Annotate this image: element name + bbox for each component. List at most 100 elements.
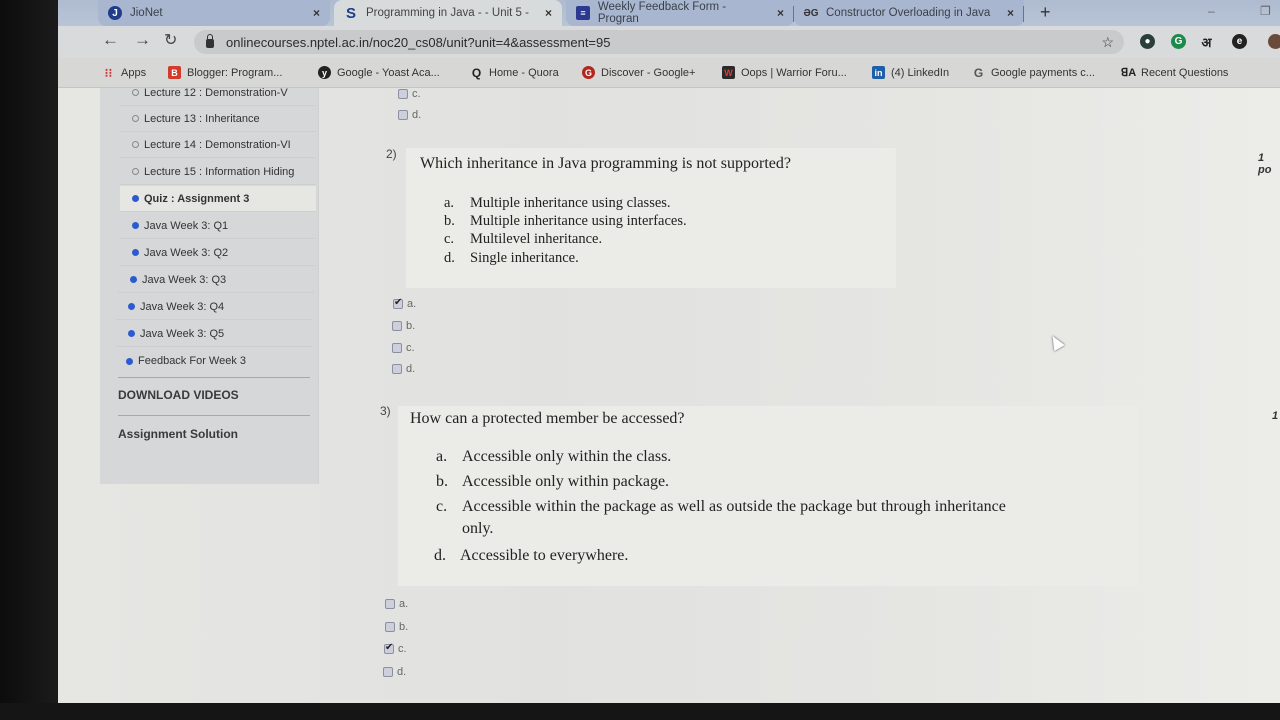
question-number: 2) <box>386 147 397 161</box>
q3-choice-c[interactable]: c. <box>384 642 407 655</box>
sidebar-item-quiz-assignment-3[interactable]: Quiz : Assignment 3 <box>120 186 316 212</box>
sidebar-item-label: Feedback For Week 3 <box>138 355 247 367</box>
address-bar[interactable]: onlinecourses.nptel.ac.in/noc20_cs08/uni… <box>194 30 1124 54</box>
checkbox[interactable] <box>383 667 393 677</box>
checkbox[interactable] <box>385 622 395 632</box>
question-option: b. Multiple inheritance using interfaces. <box>444 213 687 229</box>
bookmark-star-icon[interactable]: ☆ <box>1101 34 1114 51</box>
sidebar-item-lecture-15[interactable]: Lecture 15 : Information Hiding <box>120 159 316 185</box>
bookmark-apps[interactable]: ⁝⁝ Apps <box>102 65 147 80</box>
question-option: d. Single inheritance. <box>444 250 579 266</box>
sidebar-item-java-week-3-q3[interactable]: Java Week 3: Q3 <box>118 267 314 293</box>
sidebar-item-java-week-3-q2[interactable]: Java Week 3: Q2 <box>120 240 316 266</box>
bookmark-label: Apps <box>121 66 147 79</box>
monitor-bezel-bottom <box>0 703 1280 720</box>
sidebar-item-java-week-3-q1[interactable]: Java Week 3: Q1 <box>120 213 316 239</box>
choice-label: d. <box>412 109 422 121</box>
google-forms-icon: ≡ <box>576 6 590 20</box>
question-text: Which inheritance in Java programming is… <box>420 155 792 172</box>
close-icon[interactable]: × <box>1007 6 1014 20</box>
sidebar-item-java-week-3-q5[interactable]: Java Week 3: Q5 <box>116 321 312 347</box>
reload-icon[interactable]: ↻ <box>164 30 177 50</box>
minimize-icon[interactable]: – <box>1208 4 1215 18</box>
sidebar-item-label: Java Week 3: Q3 <box>142 273 227 286</box>
checkbox-checked[interactable] <box>393 297 403 309</box>
q1-choice-d[interactable]: d. <box>398 109 421 121</box>
checkbox[interactable] <box>392 321 402 331</box>
sidebar-item-label: Java Week 3: Q1 <box>144 219 229 232</box>
bookmark-recent-questions[interactable]: ꓭA Recent Questions <box>1120 66 1229 80</box>
q1-choice-c[interactable]: c. <box>398 88 421 100</box>
status-dot-icon <box>132 115 139 122</box>
choice-label: b. <box>406 320 416 332</box>
close-icon[interactable]: × <box>313 6 320 20</box>
tab-strip: J JioNet × S Programming in Java - - Uni… <box>58 0 1280 26</box>
sidebar-item-java-week-3-q4[interactable]: Java Week 3: Q4 <box>116 294 312 320</box>
bookmark-yoast[interactable]: y Google - Yoast Aca... <box>318 66 440 79</box>
forward-icon[interactable]: → <box>134 30 151 50</box>
q2-choice-d[interactable]: d. <box>392 363 415 375</box>
status-dot-icon <box>132 141 139 148</box>
tab-label: JioNet <box>130 7 163 19</box>
sidebar-item-label: Java Week 3: Q2 <box>144 246 229 259</box>
sidebar-item-label: Lecture 12 : Demonstration-V <box>144 86 288 99</box>
q3-choice-d[interactable]: d. <box>383 666 406 678</box>
bookmark-quora[interactable]: Q Home - Quora <box>470 66 559 80</box>
sidebar-item-feedback-week-3[interactable]: Feedback For Week 3 <box>114 348 310 374</box>
checkbox-checked[interactable] <box>384 642 394 654</box>
status-dot-icon <box>126 357 133 365</box>
swayam-s-icon: S <box>345 4 356 22</box>
q2-choice-c[interactable]: c. <box>392 342 415 354</box>
checkbox[interactable] <box>385 599 395 609</box>
checkbox[interactable] <box>392 343 402 353</box>
bookmark-linkedin[interactable]: in (4) LinkedIn <box>872 66 949 79</box>
new-tab-button[interactable]: + <box>1040 2 1051 23</box>
grammarly-icon[interactable]: G <box>1171 34 1186 49</box>
tab-weekly-feedback[interactable]: ≡ Weekly Feedback Form - Progran × <box>566 0 794 26</box>
hindi-input-icon[interactable]: अ <box>1199 34 1214 50</box>
checkbox[interactable] <box>392 364 402 374</box>
choice-label: a. <box>399 598 409 610</box>
question-option: c. Multilevel inheritance. <box>444 231 603 247</box>
apps-grid-icon: ⁝⁝ <box>104 65 113 80</box>
tab-constructor-overloading[interactable]: ƏG Constructor Overloading in Java × <box>794 0 1024 26</box>
bookmark-google-payments[interactable]: G Google payments c... <box>972 66 1095 80</box>
q3-choice-b[interactable]: b. <box>385 621 408 633</box>
status-dot-icon <box>130 276 137 283</box>
choice-label: c. <box>398 643 407 655</box>
sidebar-item-lecture-12[interactable]: Lecture 12 : Demonstration-V <box>120 80 316 106</box>
back-icon[interactable]: ← <box>102 30 119 50</box>
checkbox[interactable] <box>398 110 408 120</box>
sidebar-item-label: Lecture 15 : Information Hiding <box>144 165 295 178</box>
brainly-icon: ꓭA <box>1120 67 1137 79</box>
tab-programming-in-java[interactable]: S Programming in Java - - Unit 5 - × <box>334 0 562 26</box>
assignment-solution-link[interactable]: Assignment Solution <box>118 427 238 441</box>
bookmark-warrior-forum[interactable]: W Oops | Warrior Foru... <box>722 66 847 79</box>
bookmark-google-plus[interactable]: G Discover - Google+ <box>582 66 695 79</box>
tab-jionet[interactable]: J JioNet × <box>98 0 330 26</box>
sidebar-item-lecture-13[interactable]: Lecture 13 : Inheritance <box>120 106 316 132</box>
profile-avatar[interactable] <box>1268 34 1280 49</box>
close-icon[interactable]: × <box>545 6 552 20</box>
tab-label: Constructor Overloading in Java <box>826 7 991 19</box>
choice-label: a. <box>407 298 417 310</box>
restore-icon[interactable]: ❐ <box>1260 4 1271 18</box>
question-option: a. Accessible only within the class. <box>436 448 672 465</box>
checkbox[interactable] <box>398 89 408 99</box>
extension-e-icon[interactable]: e <box>1232 34 1247 49</box>
sidebar-item-lecture-14[interactable]: Lecture 14 : Demonstration-VI <box>120 132 316 158</box>
url-text[interactable]: onlinecourses.nptel.ac.in/noc20_cs08/uni… <box>226 35 610 50</box>
bookmark-blogger[interactable]: B Blogger: Program... <box>168 66 282 79</box>
question-2-card: Which inheritance in Java programming is… <box>406 148 896 288</box>
question-option: c. Accessible within the package as well … <box>436 498 1006 537</box>
bookmark-label: Recent Questions <box>1141 66 1229 79</box>
sidebar-item-label: Java Week 3: Q4 <box>140 300 225 313</box>
status-dot-icon <box>132 195 139 202</box>
download-videos-link[interactable]: DOWNLOAD VIDEOS <box>118 388 239 402</box>
extension-globe-icon[interactable]: ● <box>1140 34 1155 49</box>
q2-choice-a[interactable]: a. <box>393 297 417 310</box>
choice-label: d. <box>406 363 416 375</box>
close-icon[interactable]: × <box>777 6 784 20</box>
q3-choice-a[interactable]: a. <box>385 598 408 610</box>
q2-choice-b[interactable]: b. <box>392 320 415 332</box>
